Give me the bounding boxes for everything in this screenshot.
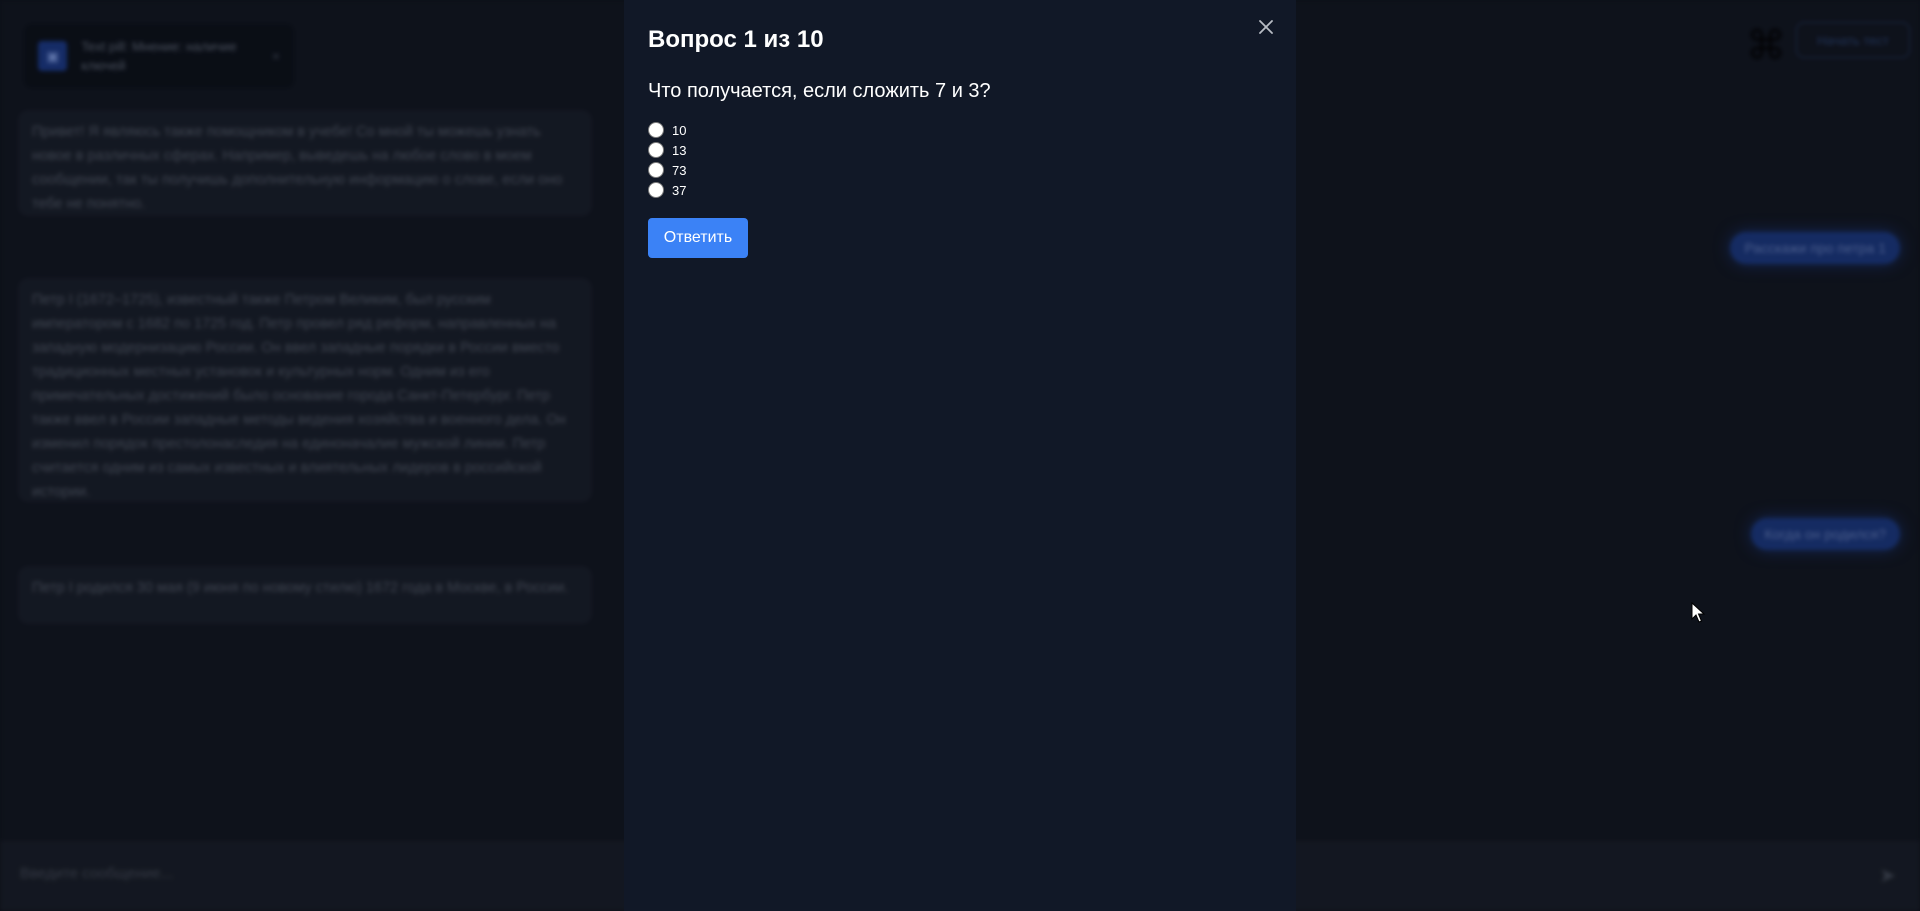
answer-options: 10 13 73 37 [648,120,1272,200]
answer-option-label: 13 [672,142,687,158]
answer-option-label: 10 [672,122,687,138]
quiz-title: Вопрос 1 из 10 [648,26,824,53]
answer-radio[interactable] [648,142,664,158]
answer-option[interactable]: 73 [648,160,1272,180]
close-icon[interactable] [1253,14,1279,40]
quiz-modal: Вопрос 1 из 10 Что получается, если слож… [624,0,1296,911]
answer-radio[interactable] [648,162,664,178]
answer-option-label: 37 [672,182,687,198]
answer-radio[interactable] [648,182,664,198]
quiz-question: Что получается, если сложить 7 и 3? [648,80,991,102]
answer-option[interactable]: 37 [648,180,1272,200]
answer-option[interactable]: 13 [648,140,1272,160]
mouse-cursor-icon [1691,602,1705,623]
answer-option-label: 73 [672,162,687,178]
answer-radio[interactable] [648,122,664,138]
answer-option[interactable]: 10 [648,120,1272,140]
submit-answer-button[interactable]: Ответить [648,218,748,258]
